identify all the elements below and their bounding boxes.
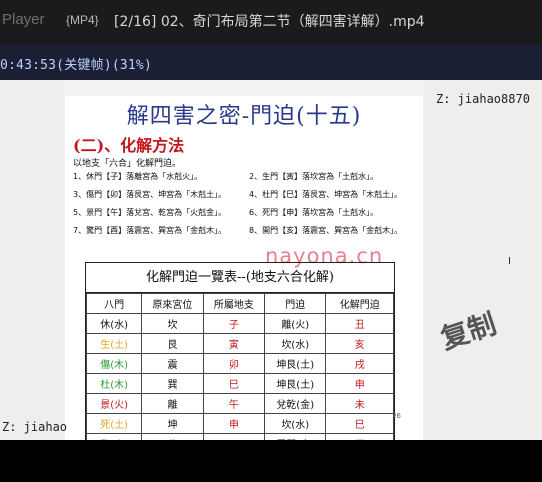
text-cursor-icon: I bbox=[508, 256, 511, 267]
table-cell: 坤 bbox=[141, 413, 204, 434]
table-caption: 化解門迫一覽表--(地支六合化解) bbox=[86, 263, 394, 293]
table-cell: 巳 bbox=[202, 373, 266, 394]
table-cell: 坤艮(土) bbox=[264, 373, 327, 394]
rule-item: 2、生門【寅】落坎宮為「土剋水」。 bbox=[249, 172, 379, 181]
page-number: 26 bbox=[392, 412, 401, 420]
bottom-letterbox bbox=[0, 440, 542, 482]
rule-item: 1、休門【子】落離宮為「水剋火」。 bbox=[73, 172, 203, 181]
table-cell: 子 bbox=[202, 313, 266, 334]
app-name: Player bbox=[2, 11, 45, 28]
rule-item: 3、傷門【卯】落艮宮、坤宮為「木剋土」。 bbox=[73, 190, 227, 199]
table-cell: 生(土) bbox=[85, 333, 143, 354]
resolution-table: 化解門迫一覽表--(地支六合化解) 八門 原來宮位 所屬地支 門迫 化解門迫 休… bbox=[85, 262, 395, 440]
table-header: 八門 bbox=[85, 293, 143, 314]
table-row: 生(土) 艮寅坎(水) 亥 bbox=[85, 333, 394, 354]
table-cell: 離 bbox=[141, 393, 204, 414]
slide-title: 解四害之密-門迫(十五) bbox=[126, 104, 362, 129]
table-cell: 坤艮(土) bbox=[264, 353, 327, 374]
table-cell: 戌 bbox=[325, 353, 394, 374]
rule-item: 8、開門【亥】落震宮、巽宮為「金剋木」。 bbox=[249, 226, 403, 235]
table-cell: 休(水) bbox=[85, 313, 143, 334]
table-row: 杜(木) 巽巳坤艮(土) 申 bbox=[85, 373, 394, 394]
table-cell: 震 bbox=[141, 353, 204, 374]
table-cell: 離(火) bbox=[264, 313, 327, 334]
table-cell: 巳 bbox=[325, 413, 394, 434]
video-gutter-right bbox=[424, 80, 542, 440]
section-heading: (二)、化解方法 bbox=[73, 136, 185, 155]
playback-status-bar: 0:43:53(关键帧)(31%) bbox=[0, 44, 542, 80]
table-cell: 卯 bbox=[202, 353, 266, 374]
table-header: 化解門迫 bbox=[325, 293, 394, 314]
table-cell: 坎(水) bbox=[264, 333, 327, 354]
rule-item: 5、景門【午】落兌宮、乾宮為「火剋金」。 bbox=[73, 208, 227, 217]
title-bar[interactable]: Player {MP4} [2/16] 02、奇门布局第二节（解四害详解）.mp… bbox=[0, 0, 542, 44]
table-cell: 景(火) bbox=[85, 393, 143, 414]
table-row: 傷(木) 震卯坤艮(土) 戌 bbox=[85, 353, 394, 374]
file-title: [2/16] 02、奇门布局第二节（解四害详解）.mp4 bbox=[114, 14, 425, 30]
table-cell: 午 bbox=[202, 393, 266, 414]
table-cell: 申 bbox=[325, 373, 394, 394]
table-header: 原來宮位 bbox=[141, 293, 204, 314]
rule-item: 4、杜門【巳】落艮宮、坤宮為「木剋土」。 bbox=[249, 190, 403, 199]
table-cell: 杜(木) bbox=[85, 373, 143, 394]
table-row: 休(水) 坎子離(火) 丑 bbox=[85, 313, 394, 334]
table-cell: 亥 bbox=[325, 333, 394, 354]
table-header: 所屬地支 bbox=[202, 293, 266, 314]
rule-item: 7、驚門【酉】落震宮、巽宮為「金剋木」。 bbox=[73, 226, 227, 235]
table-cell: 寅 bbox=[202, 333, 266, 354]
table-cell: 坎(水) bbox=[264, 413, 327, 434]
table-cell: 丑 bbox=[325, 313, 394, 334]
table-cell: 傷(木) bbox=[85, 353, 143, 374]
table-cell: 坎 bbox=[141, 313, 204, 334]
table-row: 死(土) 坤申坎(水) 巳 bbox=[85, 413, 394, 434]
presentation-slide: 解四害之密-門迫(十五) (二)、化解方法 以地支「六合」化解門迫。 1、休門【… bbox=[65, 96, 423, 440]
table-row: 景(火) 離午兌乾(金) 未 bbox=[85, 393, 394, 414]
rule-item: 6、死門【申】落坎宮為「土剋水」。 bbox=[249, 208, 379, 217]
table-cell: 巽 bbox=[141, 373, 204, 394]
format-tag: {MP4} bbox=[66, 13, 99, 27]
table-cell: 艮 bbox=[141, 333, 204, 354]
intro-text: 以地支「六合」化解門迫。 bbox=[73, 159, 182, 169]
table-cell: 申 bbox=[202, 413, 266, 434]
playback-time-readout: 0:43:53(关键帧)(31%) bbox=[0, 58, 152, 73]
table-cell: 兌乾(金) bbox=[264, 393, 327, 414]
table-header: 門迫 bbox=[264, 293, 327, 314]
table-cell: 死(土) bbox=[85, 413, 143, 434]
table-cell: 未 bbox=[325, 393, 394, 414]
user-watermark-top: Z: jiahao8870 bbox=[436, 92, 530, 106]
video-frame[interactable]: 解四害之密-門迫(十五) (二)、化解方法 以地支「六合」化解門迫。 1、休門【… bbox=[0, 80, 542, 440]
video-gutter-left bbox=[0, 80, 64, 440]
user-watermark-bottom: Z: jiahao bbox=[2, 420, 68, 434]
